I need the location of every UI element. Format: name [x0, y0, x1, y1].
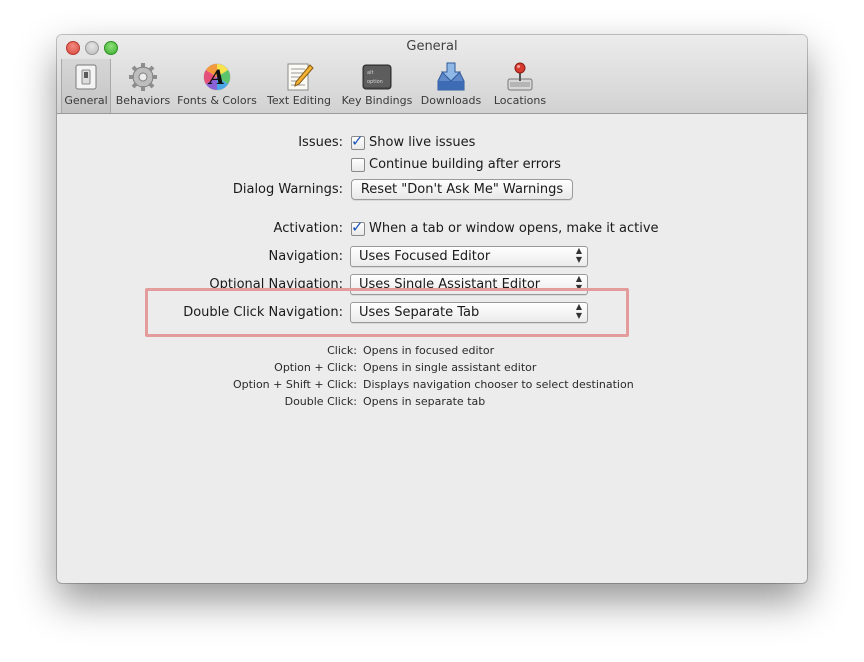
tab-text-editing[interactable]: Text Editing — [261, 59, 337, 113]
font-color-icon: A — [203, 63, 231, 91]
text-editing-icon — [287, 63, 314, 91]
activation-text: When a tab or window opens, make it acti… — [369, 221, 659, 236]
tab-fonts-colors[interactable]: A Fonts & Colors — [175, 59, 259, 113]
tab-label: Locations — [493, 94, 547, 107]
help-value: Displays navigation chooser to select de… — [363, 378, 634, 391]
gear-icon — [129, 63, 157, 91]
reset-warnings-button[interactable]: Reset "Don't Ask Me" Warnings — [351, 179, 573, 200]
tab-label: General — [64, 94, 108, 107]
help-value: Opens in separate tab — [363, 395, 486, 408]
key-cap-alt: alt — [367, 70, 373, 76]
tab-label: Downloads — [420, 94, 482, 107]
tab-label: Behaviors — [115, 94, 171, 107]
switch-icon — [75, 64, 97, 90]
navigation-label: Navigation: — [268, 249, 344, 264]
tab-label: Fonts & Colors — [177, 94, 257, 107]
activation-checkbox[interactable]: ✓ — [351, 218, 365, 236]
tab-downloads[interactable]: Downloads — [417, 59, 485, 113]
general-pane: Issues: ✓ Show live issues Continue buil… — [57, 114, 807, 583]
key-cap-option: option — [367, 79, 383, 85]
tab-general[interactable]: General — [61, 59, 111, 113]
joystick-icon — [507, 62, 533, 91]
show-live-issues-checkbox[interactable]: ✓ — [351, 132, 365, 150]
activation-label: Activation: — [273, 221, 343, 236]
help-key: Option + Click: — [274, 361, 357, 374]
help-key: Option + Shift + Click: — [232, 378, 357, 391]
tab-locations[interactable]: Locations — [487, 59, 553, 113]
checkmark-icon: ✓ — [351, 218, 364, 236]
help-value: Opens in single assistant editor — [363, 361, 537, 374]
title-bar: General General Behaviors A Fonts & Colo… — [57, 35, 807, 114]
help-key: Click: — [327, 344, 357, 357]
tab-label: Text Editing — [266, 94, 332, 107]
checkmark-icon: ✓ — [351, 132, 364, 150]
window-title: General — [406, 39, 458, 54]
tab-key-bindings[interactable]: alt option Key Bindings — [339, 59, 415, 113]
navigation-value: Uses Focused Editor — [359, 249, 491, 264]
dialog-warnings-label: Dialog Warnings: — [232, 182, 343, 197]
tab-label: Key Bindings — [341, 94, 413, 107]
highlight-box — [145, 288, 629, 337]
help-key: Double Click: — [284, 395, 357, 408]
help-value: Opens in focused editor — [363, 344, 495, 357]
svg-text:A: A — [207, 65, 225, 89]
popup-arrows-icon: ▲ ▼ — [575, 246, 582, 264]
navigation-popup[interactable]: Uses Focused Editor ▲ ▼ — [350, 246, 588, 267]
keys-icon: alt option — [362, 64, 392, 90]
continue-building-label: Continue building after errors — [369, 157, 561, 172]
tab-behaviors[interactable]: Behaviors — [113, 59, 173, 113]
show-live-issues-label: Show live issues — [369, 135, 476, 150]
issues-label: Issues: — [298, 135, 343, 150]
download-icon — [437, 62, 465, 91]
continue-building-checkbox[interactable] — [351, 158, 365, 172]
